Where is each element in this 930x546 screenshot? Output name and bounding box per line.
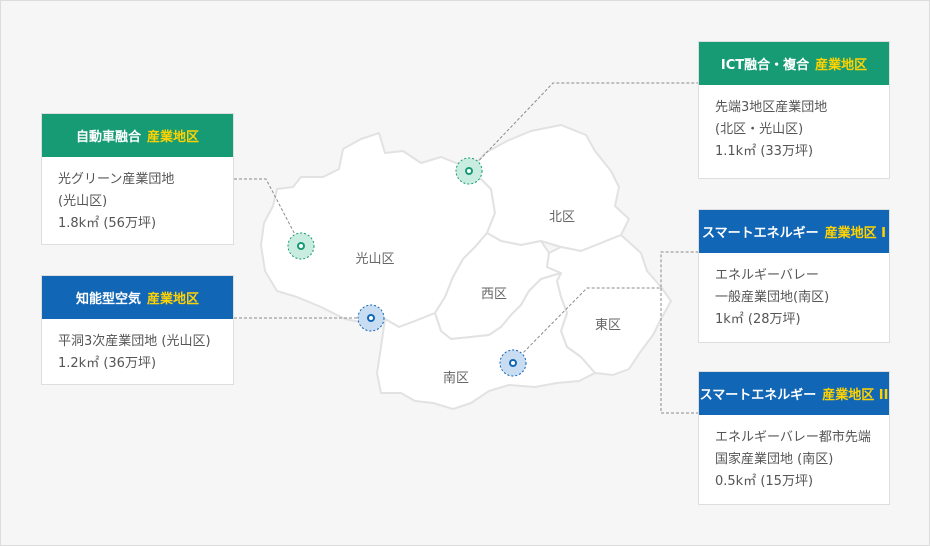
card-line: 平洞3次産業団地 (光山区) (58, 334, 211, 349)
card-intelligent-air[interactable]: 知能型空気 産業地区 平洞3次産業団地 (光山区) 1.2k㎡ (36万坪) (41, 275, 234, 385)
card-auto-fusion[interactable]: 自動車融合 産業地区 光グリーン産業団地 (光山区) 1.8k㎡ (56万坪) (41, 113, 234, 245)
card-header: 自動車融合 産業地区 (42, 114, 233, 157)
marker-energy[interactable] (499, 349, 527, 377)
card-body: 平洞3次産業団地 (光山区) 1.2k㎡ (36万坪) (42, 319, 233, 375)
card-line: (光山区) (58, 194, 108, 209)
card-header: ICT融合・複合 産業地区 (699, 42, 889, 85)
card-smart-energy-1[interactable]: スマートエネルギー 産業地区 I エネルギーバレー 一般産業団地(南区) 1k㎡… (698, 209, 890, 343)
district-label-dong: 東区 (595, 317, 621, 333)
card-line: 0.5k㎡ (15万坪) (715, 474, 814, 489)
district-label-seo: 西区 (481, 287, 507, 302)
card-line: 1.1k㎡ (33万坪) (715, 144, 814, 159)
card-highlight: 産業地区 (147, 292, 200, 307)
card-line: エネルギーバレー都市先端 (715, 430, 871, 445)
industrial-district-map-panel: 光山区 北区 西区 南区 東区 自動車融合 産業地区 光グリーン産業団地 (光山… (0, 0, 930, 546)
card-line: 光グリーン産業団地 (58, 172, 175, 187)
card-line: (北区・光山区) (715, 122, 804, 137)
district-label-gwangsan: 光山区 (355, 252, 394, 267)
card-body: エネルギーバレー 一般産業団地(南区) 1k㎡ (28万坪) (699, 253, 889, 331)
card-line: 一般産業団地(南区) (715, 290, 830, 305)
card-ict-fusion[interactable]: ICT融合・複合 産業地区 先端3地区産業団地 (北区・光山区) 1.1k㎡ (… (698, 41, 890, 179)
card-highlight: 産業地区 (815, 58, 868, 73)
district-label-buk: 北区 (549, 210, 575, 225)
card-line: 1.2k㎡ (36万坪) (58, 356, 157, 371)
card-title: ICT融合・複合 (720, 58, 810, 73)
card-header: スマートエネルギー 産業地区 I (699, 210, 889, 253)
card-title: 自動車融合 (75, 130, 141, 145)
card-highlight: 産業地区 (147, 130, 200, 145)
card-smart-energy-2[interactable]: スマートエネルギー 産業地区 II エネルギーバレー都市先端 国家産業団地 (南… (698, 371, 890, 505)
marker-ict[interactable] (455, 157, 483, 185)
card-line: エネルギーバレー (715, 268, 819, 283)
card-body: 先端3地区産業団地 (北区・光山区) 1.1k㎡ (33万坪) (699, 85, 889, 163)
marker-auto[interactable] (287, 232, 315, 260)
district-label-nam: 南区 (443, 370, 469, 386)
card-line: 1k㎡ (28万坪) (715, 312, 801, 327)
card-line: 先端3地区産業団地 (715, 100, 828, 115)
card-title: スマートエネルギー (699, 388, 817, 403)
card-line: 1.8k㎡ (56万坪) (58, 216, 157, 231)
card-highlight: 産業地区 I (824, 226, 886, 241)
card-body: 光グリーン産業団地 (光山区) 1.8k㎡ (56万坪) (42, 157, 233, 235)
card-header: 知能型空気 産業地区 (42, 276, 233, 319)
card-title: 知能型空気 (75, 292, 141, 307)
card-title: スマートエネルギー (702, 226, 819, 241)
card-line: 国家産業団地 (南区) (715, 452, 834, 467)
card-header: スマートエネルギー 産業地区 II (699, 372, 889, 415)
card-highlight: 産業地区 II (822, 388, 889, 403)
marker-knowledge[interactable] (357, 304, 385, 332)
card-body: エネルギーバレー都市先端 国家産業団地 (南区) 0.5k㎡ (15万坪) (699, 415, 889, 493)
